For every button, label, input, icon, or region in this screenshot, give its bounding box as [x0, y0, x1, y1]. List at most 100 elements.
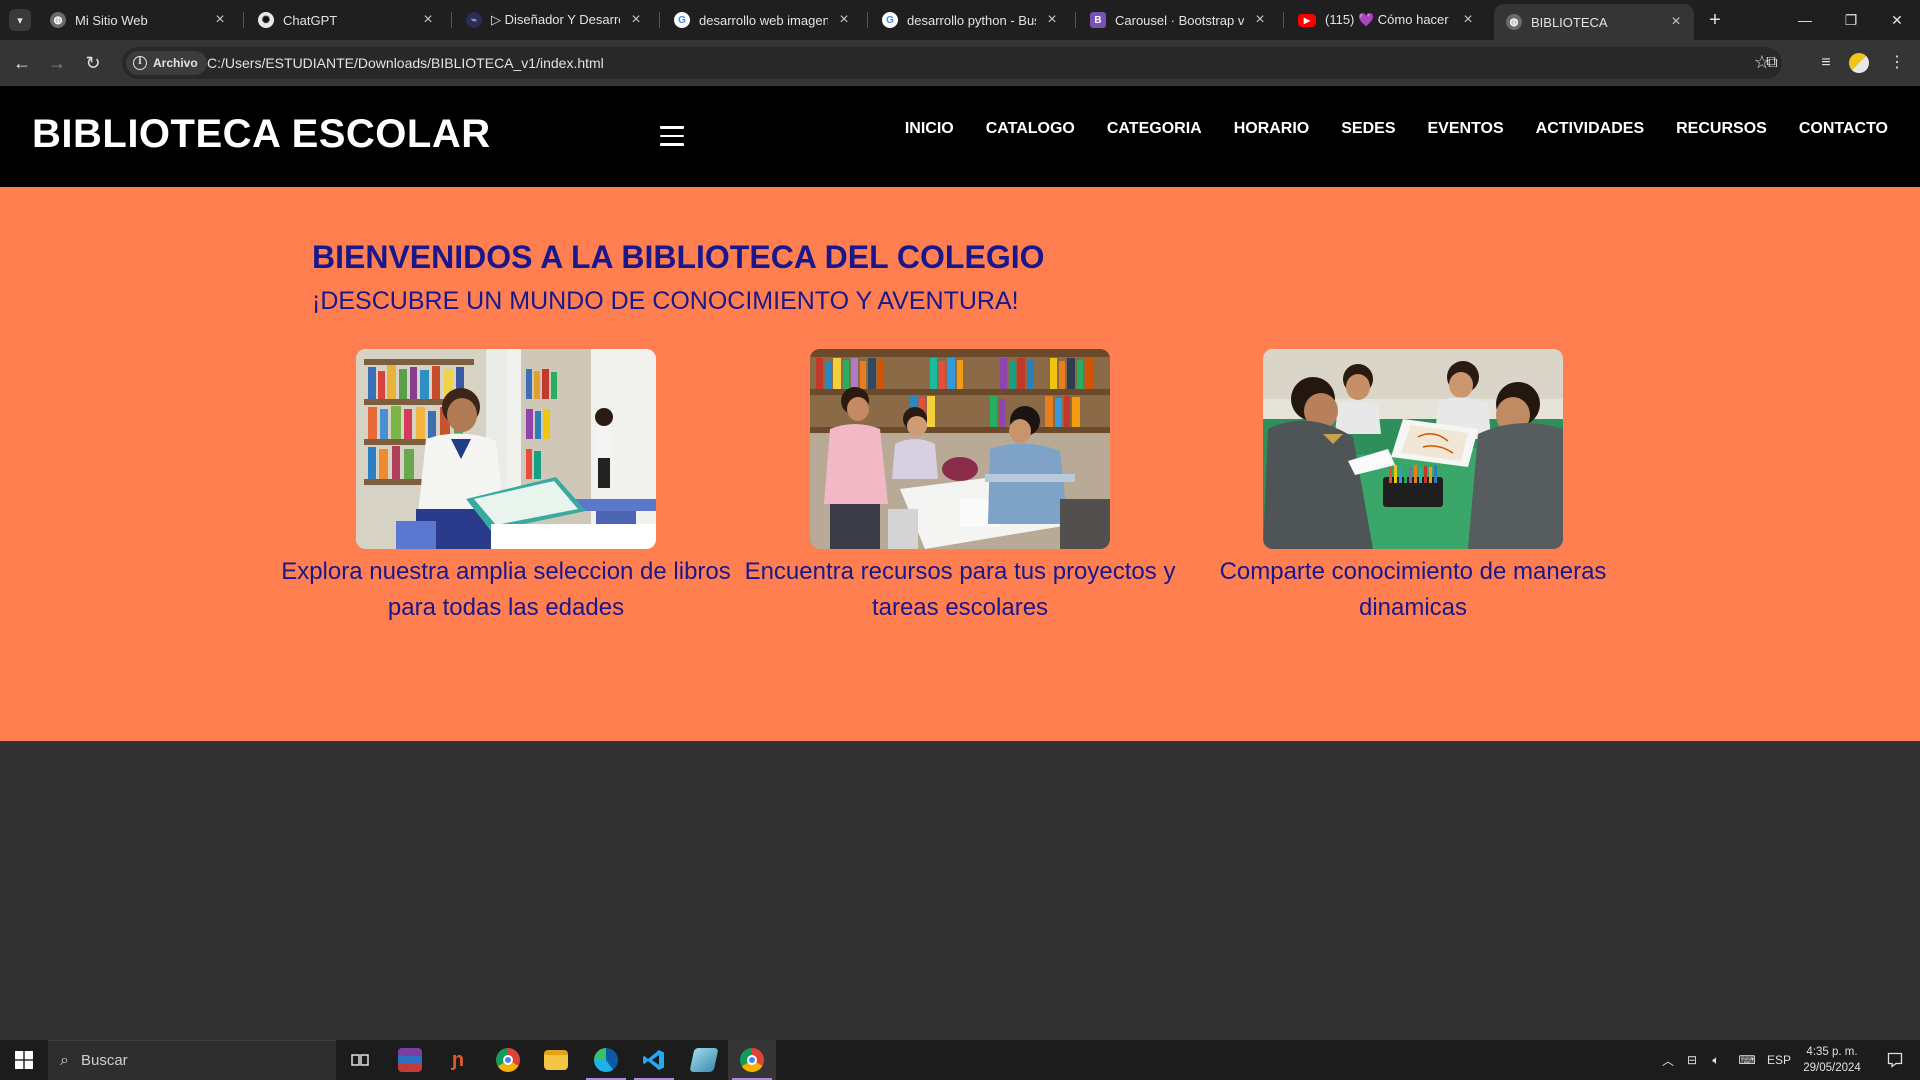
extensions-button[interactable]: ⧉ [1760, 51, 1784, 75]
browser-tab[interactable]: ⌁ ▷ Diseñador Y Desarrollador × [454, 4, 654, 36]
globe-icon: ◍ [1506, 14, 1522, 30]
taskbar-clock[interactable]: 4:35 p. m. 29/05/2024 [1797, 1044, 1867, 1076]
taskbar-app-design[interactable]: ɲ [434, 1040, 482, 1080]
forward-button[interactable]: → [44, 50, 70, 76]
tab-title: BIBLIOTECA [1531, 14, 1608, 30]
taskbar-app-vscode[interactable] [630, 1040, 678, 1080]
close-window-button[interactable]: ✕ [1874, 0, 1920, 40]
close-icon[interactable]: × [1668, 14, 1684, 30]
folder-icon [544, 1050, 568, 1070]
show-hidden-icons-button[interactable]: ︿ [1656, 1040, 1680, 1080]
browser-tab[interactable]: G desarrollo web imagenes × [662, 4, 862, 36]
site-header: BIBLIOTECA ESCOLAR INICIO CATALOGO CATEG… [0, 86, 1920, 187]
task-view-icon [351, 1054, 369, 1066]
info-icon: i [133, 56, 147, 70]
language-indicator[interactable]: ESP [1764, 1040, 1794, 1080]
puzzle-icon: ⧉ [1766, 54, 1778, 71]
card-text: Explora nuestra amplia seleccion de libr… [281, 558, 731, 621]
taskbar-app-chrome[interactable] [484, 1040, 532, 1080]
site-icon: ⌁ [466, 12, 482, 28]
hamburger-menu-icon[interactable] [660, 126, 684, 146]
notification-icon [1887, 1052, 1903, 1068]
clock-time: 4:35 p. m. [1806, 1046, 1858, 1058]
nav-link-eventos[interactable]: EVENTOS [1428, 120, 1504, 138]
site-brand[interactable]: BIBLIOTECA ESCOLAR [32, 112, 491, 157]
restore-button[interactable]: ❐ [1828, 0, 1874, 40]
close-icon[interactable]: × [1044, 12, 1060, 28]
arrow-left-icon: ← [13, 53, 31, 73]
taskbar-app-file-explorer[interactable] [532, 1040, 580, 1080]
address-bar[interactable]: i Archivo C:/Users/ESTUDIANTE/Downloads/… [122, 47, 1782, 79]
nav-link-actividades[interactable]: ACTIVIDADES [1536, 120, 1644, 138]
browser-tab-strip: ▾ ◍ Mi Sitio Web × ✺ ChatGPT × ⌁ ▷ Diseñ… [0, 0, 1920, 40]
tab-title: ChatGPT [283, 12, 338, 28]
url-text[interactable]: C:/Users/ESTUDIANTE/Downloads/BIBLIOTECA… [207, 47, 604, 79]
volume-icon[interactable]: 🔈︎ [1704, 1040, 1728, 1080]
hero-subtitle: ¡DESCUBRE UN MUNDO DE CONOCIMIENTO Y AVE… [312, 287, 1019, 315]
nav-link-sedes[interactable]: SEDES [1341, 120, 1395, 138]
browser-tab[interactable]: ✺ ChatGPT × [246, 4, 446, 36]
nav-link-contacto[interactable]: CONTACTO [1799, 120, 1888, 138]
new-tab-button[interactable]: + [1703, 8, 1727, 32]
google-icon: G [674, 12, 690, 28]
taskbar-search-input[interactable]: ⌕ Buscar [48, 1040, 336, 1080]
site-info-label: Archivo [153, 56, 198, 70]
close-icon[interactable]: × [836, 12, 852, 28]
google-icon: G [882, 12, 898, 28]
browser-tab[interactable]: G desarrollo python - Buscar × [870, 4, 1070, 36]
tab-title: desarrollo web imagenes [699, 12, 828, 28]
card-text: Comparte conocimiento de maneras dinamic… [1219, 558, 1607, 621]
browser-tab[interactable]: B Carousel · Bootstrap v5.3 × [1078, 4, 1278, 36]
nav-link-inicio[interactable]: INICIO [905, 120, 954, 138]
taskbar-app-chrome-active[interactable] [728, 1040, 776, 1080]
browser-tab[interactable]: ◍ Mi Sitio Web × [38, 4, 238, 36]
windows-taskbar: ⌕ Buscar ɲ ︿ ⊟ 🔈︎ ⌨ ESP 4:35 p. m. 29/05… [0, 1040, 1920, 1080]
back-button[interactable]: ← [9, 50, 35, 76]
browser-toolbar: ← → ↻ i Archivo C:/Users/ESTUDIANTE/Down… [0, 40, 1920, 86]
nav-link-recursos[interactable]: RECURSOS [1676, 120, 1767, 138]
winrar-icon [398, 1048, 422, 1072]
keyboard-icon[interactable]: ⌨ [1730, 1040, 1764, 1080]
nav-link-catalogo[interactable]: CATALOGO [986, 120, 1075, 138]
task-view-button[interactable] [336, 1040, 384, 1080]
search-icon: ⌕ [60, 1051, 69, 1069]
media-controls-button[interactable]: ≡ [1814, 51, 1838, 75]
nav-link-horario[interactable]: HORARIO [1234, 120, 1310, 138]
close-icon[interactable]: × [1460, 12, 1476, 28]
windows-logo-icon [15, 1051, 33, 1069]
close-icon[interactable]: × [212, 12, 228, 28]
feature-card: Encuentra recursos para tus proyectos y … [730, 349, 1190, 626]
close-icon[interactable]: × [420, 12, 436, 28]
taskbar-app-winrar[interactable] [386, 1040, 434, 1080]
feature-card: Comparte conocimiento de maneras dinamic… [1183, 349, 1643, 626]
tab-title: ▷ Diseñador Y Desarrollador [491, 12, 620, 27]
vscode-icon [643, 1050, 664, 1070]
edge-icon [594, 1048, 618, 1072]
card-text: Encuentra recursos para tus proyectos y … [744, 558, 1176, 621]
site-info-chip[interactable]: i Archivo [126, 51, 207, 75]
nav-link-categoria[interactable]: CATEGORIA [1107, 120, 1202, 138]
app-logo-icon: ɲ [446, 1048, 470, 1072]
browser-menu-button[interactable]: ⋮ [1885, 51, 1909, 75]
reload-icon: ↻ [85, 53, 101, 73]
browser-tab[interactable]: ▶ (115) 💜 Cómo hacer un × [1286, 4, 1486, 36]
start-button[interactable] [0, 1040, 48, 1080]
hero-section: BIENVENIDOS A LA BIBLIOTECA DEL COLEGIO … [0, 187, 1920, 741]
feature-card: Explora nuestra amplia seleccion de libr… [276, 349, 736, 626]
children-drawing-table-photo [1263, 349, 1563, 549]
network-icon[interactable]: ⊟ [1680, 1040, 1704, 1080]
close-icon[interactable]: × [628, 12, 644, 28]
notifications-button[interactable] [1872, 1040, 1918, 1080]
youtube-icon: ▶ [1298, 13, 1316, 27]
reload-button[interactable]: ↻ [80, 50, 106, 76]
restore-icon: ❐ [1844, 11, 1858, 28]
minimize-button[interactable]: — [1782, 0, 1828, 40]
taskbar-app-notes[interactable] [680, 1040, 728, 1080]
close-icon[interactable]: × [1252, 12, 1268, 28]
browser-tab-active[interactable]: ◍ BIBLIOTECA × [1494, 4, 1694, 40]
profile-avatar[interactable] [1849, 53, 1869, 73]
kebab-menu-icon: ⋮ [1889, 54, 1905, 71]
taskbar-app-edge[interactable] [582, 1040, 630, 1080]
arrow-right-icon: → [48, 53, 66, 73]
tab-search-button[interactable]: ▾ [9, 9, 31, 31]
